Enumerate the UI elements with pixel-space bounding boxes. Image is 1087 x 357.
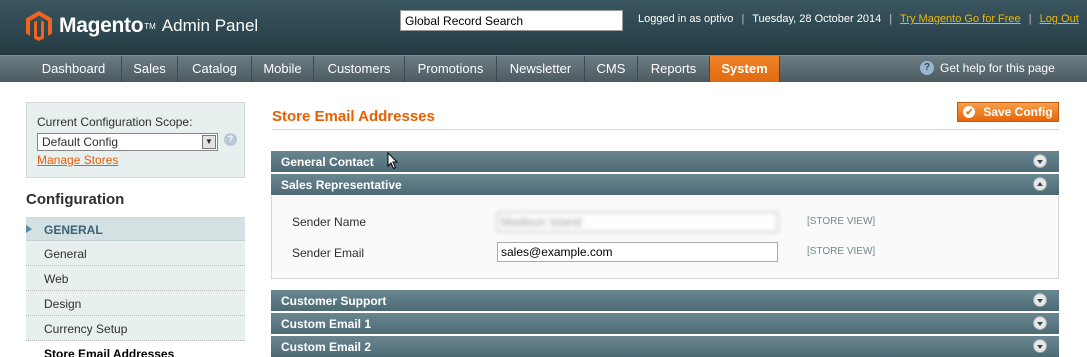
section-title: Customer Support (281, 294, 387, 308)
try-magento-link[interactable]: Try Magento Go for Free (900, 13, 1021, 25)
page-title: Store Email Addresses (272, 108, 435, 125)
scope-label: Current Configuration Scope: (37, 115, 193, 129)
sidebar-group-label: GENERAL (44, 223, 103, 237)
nav-system[interactable]: System (710, 56, 780, 82)
global-search-input[interactable] (400, 10, 623, 31)
checkmark-icon: ✔ (963, 106, 976, 118)
logout-link[interactable]: Log Out (1040, 13, 1079, 25)
sidebar-item-currency-setup[interactable]: Currency Setup (26, 316, 245, 341)
nav-promotions[interactable]: Promotions (405, 56, 497, 82)
title-divider (272, 129, 1059, 130)
config-title: Configuration (26, 178, 245, 218)
triangle-right-icon (26, 225, 32, 233)
sidebar-group-general[interactable]: GENERAL (26, 218, 245, 241)
sidebar-item-design[interactable]: Design (26, 291, 245, 316)
save-config-label: Save Config (983, 105, 1053, 119)
sender-email-input[interactable] (497, 242, 778, 262)
admin-header: Magento TM Admin Panel Logged in as opti… (0, 0, 1087, 55)
magento-logo[interactable]: Magento TM Admin Panel (26, 10, 258, 42)
section-custom-email-1[interactable]: Custom Email 1 (271, 313, 1059, 334)
sender-email-label: Sender Email (292, 246, 365, 260)
separator: | (889, 13, 893, 25)
section-custom-email-2[interactable]: Custom Email 2 (271, 336, 1059, 357)
logo-word: Magento (59, 14, 144, 37)
expand-icon[interactable] (1033, 316, 1047, 330)
help-link[interactable]: ? Get help for this page (920, 61, 1055, 75)
mouse-cursor-icon (387, 152, 399, 170)
nav-catalog[interactable]: Catalog (178, 56, 252, 82)
logo-subtitle: Admin Panel (161, 16, 259, 35)
sales-representative-fieldset: Sender Name [STORE VIEW] Sender Email [S… (271, 196, 1059, 279)
logo-trademark: TM (144, 21, 156, 31)
nav-mobile[interactable]: Mobile (252, 56, 314, 82)
expand-icon[interactable] (1033, 293, 1047, 307)
help-text: Get help for this page (940, 61, 1055, 75)
section-title: Sales Representative (281, 178, 402, 192)
collapse-icon[interactable] (1033, 177, 1047, 191)
sidebar-item-label: Design (44, 297, 82, 311)
sender-name-label: Sender Name (292, 215, 367, 229)
sidebar-item-label: General (44, 247, 87, 261)
sidebar-item-label: Store Email Addresses (44, 347, 175, 357)
sidebar-item-general[interactable]: General (26, 241, 245, 266)
expand-icon[interactable] (1033, 154, 1047, 168)
sender-name-input[interactable] (497, 212, 778, 232)
scope-switcher: Current Configuration Scope: Default Con… (26, 102, 245, 178)
nav-cms[interactable]: CMS (585, 56, 638, 82)
save-config-button[interactable]: ✔ Save Config (957, 102, 1059, 122)
section-customer-support[interactable]: Customer Support (271, 290, 1059, 311)
scope-select-value: Default Config (42, 135, 119, 149)
nav-newsletter[interactable]: Newsletter (497, 56, 585, 82)
sidebar-item-label: Web (44, 272, 69, 286)
sidebar-item-label: Currency Setup (44, 322, 128, 336)
nav-sales[interactable]: Sales (122, 56, 178, 82)
manage-stores-link[interactable]: Manage Stores (37, 153, 118, 167)
separator: | (741, 13, 745, 25)
section-sales-representative[interactable]: Sales Representative (271, 174, 1059, 195)
scope-help-icon[interactable]: ? (224, 133, 237, 146)
sender-email-scope: [STORE VIEW] (807, 246, 876, 257)
magento-logo-icon (26, 11, 52, 41)
section-title: General Contact (281, 155, 374, 169)
separator: | (1028, 13, 1032, 25)
sender-name-scope: [STORE VIEW] (807, 216, 876, 227)
header-links: Logged in as optivo | Tuesday, 28 Octobe… (638, 13, 1079, 25)
nav-reports[interactable]: Reports (638, 56, 710, 82)
sidebar-item-store-email-addresses[interactable]: Store Email Addresses (26, 341, 245, 357)
logged-in-text: Logged in as optivo (638, 13, 734, 25)
date-text: Tuesday, 28 October 2014 (752, 13, 882, 25)
scope-select[interactable]: Default Config ▼ (37, 133, 218, 151)
chevron-down-icon: ▼ (202, 135, 216, 149)
expand-icon[interactable] (1033, 339, 1047, 353)
main-nav: Dashboard Sales Catalog Mobile Customers… (0, 55, 1087, 82)
section-title: Custom Email 2 (281, 340, 372, 354)
sidebar-item-web[interactable]: Web (26, 266, 245, 291)
section-title: Custom Email 1 (281, 317, 372, 331)
nav-dashboard[interactable]: Dashboard (26, 56, 122, 82)
nav-customers[interactable]: Customers (314, 56, 405, 82)
help-icon: ? (920, 61, 934, 75)
